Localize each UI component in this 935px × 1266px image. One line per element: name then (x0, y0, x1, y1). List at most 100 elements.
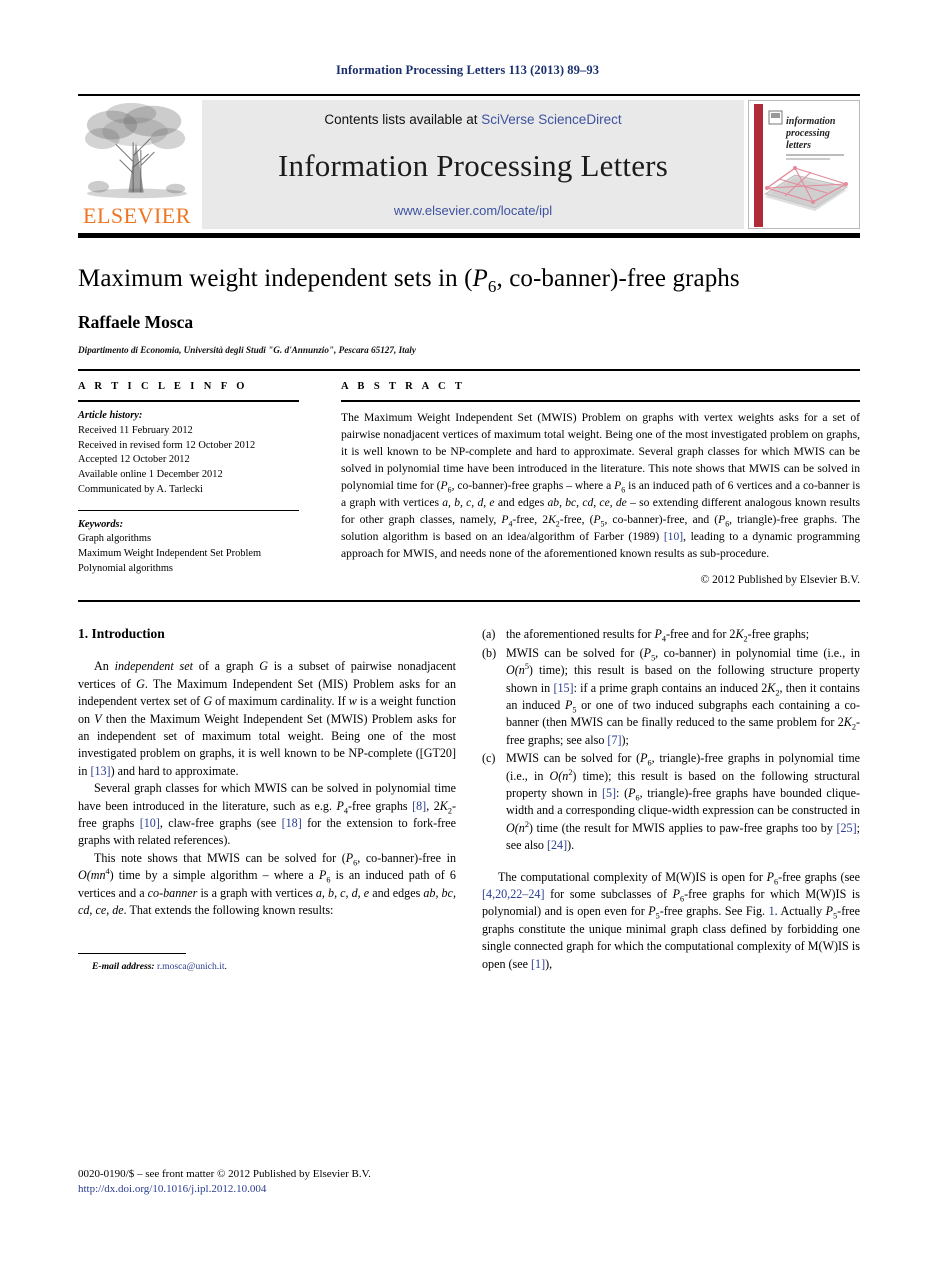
p4-seg-b: -free graphs (see (778, 869, 861, 884)
abs-seg-2: , co-banner)-free graphs – where a (451, 479, 615, 493)
a-seg-b: -free and for 2 (665, 627, 736, 642)
keyword-item: Maximum Weight Independent Set Problem (78, 548, 262, 560)
section-heading-introduction: 1. Introduction (78, 626, 165, 642)
list-item-a-text: the aforementioned results for P4-free a… (506, 627, 810, 644)
p3-seg-c: ) time by a simple algorithm – where a (109, 868, 320, 883)
info-abstract-row: A R T I C L E I N F O Article history: R… (78, 371, 860, 586)
list-item: (a) the aforementioned results for P4-fr… (482, 626, 860, 643)
body-left-column: 1. Introduction An independent set of a … (78, 626, 456, 973)
c-seg-f: ) time (the result for MWIS applies to p… (528, 820, 837, 835)
issn-line: 0020-0190/$ – see front matter © 2012 Pu… (78, 1167, 371, 1180)
svg-text:letters: letters (786, 140, 811, 151)
list-marker-b: (b) (482, 645, 497, 660)
article-history-label: Article history: (78, 410, 143, 421)
list-marker-c: (c) (482, 751, 496, 766)
abstract-column: A B S T R A C T The Maximum Weight Indep… (321, 381, 860, 586)
footnote-rule (78, 953, 186, 955)
page-title: Maximum weight independent sets in (P6, … (78, 264, 860, 296)
b-complexity: O(n (506, 663, 525, 678)
list-item: (b) MWIS can be solved for (P5, co-banne… (482, 645, 860, 749)
doi-link[interactable]: http://dx.doi.org/10.1016/j.ipl.2012.10.… (78, 1182, 371, 1198)
p3-seg-f: and edges (369, 885, 424, 900)
paragraph-3: This note shows that MWIS can be solved … (78, 850, 456, 917)
reference-link-15[interactable]: [15] (553, 681, 573, 695)
contents-prefix: Contents lists available at (324, 112, 482, 127)
title-p6: P (472, 265, 488, 292)
p1-seg-h: ) and hard to approximate. (110, 763, 239, 778)
p1-var-g1: G (259, 659, 268, 674)
a-seg-a: the aforementioned results for (506, 627, 655, 642)
p1-italic-term: independent set (114, 659, 193, 674)
title-text-2: , co-banner)-free graphs (496, 265, 740, 292)
b-seg-d: : if a prime graph contains an induced 2 (573, 680, 768, 695)
p4-seg-f: . Actually (774, 904, 826, 919)
reference-link-10[interactable]: [10] (140, 816, 160, 830)
abs-seg-6: -free, 2 (512, 513, 549, 527)
body-right-column: (a) the aforementioned results for P4-fr… (482, 626, 860, 973)
reference-link-8[interactable]: [8] (412, 799, 426, 813)
abstract-copyright: © 2012 Published by Elsevier B.V. (700, 574, 860, 587)
p1-var-w: w (348, 694, 357, 709)
article-page: Information Processing Letters 113 (2013… (0, 0, 935, 1266)
journal-cover-thumbnail: information processing letters (748, 100, 860, 229)
p4-seg-e: -free graphs. See Fig. (659, 904, 769, 919)
reference-link-25[interactable]: [25] (836, 821, 856, 835)
abstract-reference-link[interactable]: [10] (664, 530, 683, 543)
p1-seg-e: of maximum cardinality. If (212, 694, 349, 709)
c-complexity-2: O(n (506, 820, 525, 835)
abs-vertices: a, b, c, d, e (442, 496, 495, 510)
article-info-column: A R T I C L E I N F O Article history: R… (78, 381, 321, 586)
reference-link-group[interactable]: [4,20,22–24] (482, 887, 544, 901)
reference-link-18[interactable]: [18] (282, 816, 302, 830)
abs-seg-4: and edges (494, 496, 548, 510)
history-item: Available online 1 December 2012 (78, 469, 223, 481)
c-complexity-1: O(n (549, 768, 569, 783)
keywords-block: Keywords: Graph algorithms Maximum Weigh… (78, 509, 299, 577)
email-link[interactable]: r.mosca@unich.it (157, 961, 224, 972)
p3-complexity: O(mn (78, 868, 106, 883)
results-list: (a) the aforementioned results for P4-fr… (482, 626, 860, 854)
elsevier-logo: ELSEVIER (78, 100, 196, 229)
contents-line: Contents lists available at SciVerse Sci… (324, 112, 621, 127)
reference-link-1[interactable]: [1] (531, 957, 545, 971)
elsevier-tree-icon (85, 102, 188, 199)
article-history-block: Article history: Received 11 February 20… (78, 409, 299, 498)
list-marker-a: (a) (482, 627, 496, 642)
p4-seg-h: ), (545, 956, 553, 971)
abstract-heading: A B S T R A C T (341, 381, 466, 392)
sciencedirect-link[interactable]: SciVerse ScienceDirect (481, 112, 621, 127)
list-item: (c) MWIS can be solved for (P6, triangle… (482, 750, 860, 854)
author-affiliation: Dipartimento di Economia, Università deg… (78, 345, 416, 355)
p1-var-v: V (94, 711, 102, 726)
title-p6-subscript: 6 (487, 277, 497, 296)
abstract-text: The Maximum Weight Independent Set (MWIS… (341, 411, 860, 561)
abs-edges: ab, bc, cd, ce, de (547, 496, 627, 510)
elsevier-wordmark: ELSEVIER (83, 203, 191, 228)
abstract-bottom-rule (78, 600, 860, 603)
b-seg-h: ); (621, 732, 629, 747)
footnote-label: E-mail address: (92, 961, 155, 973)
p1-var-g2: G (136, 676, 145, 691)
b-seg-a: MWIS can be solved for ( (506, 645, 644, 660)
page-footer: 0020-0190/$ – see front matter © 2012 Pu… (78, 1167, 371, 1198)
reference-link-5[interactable]: [5] (602, 786, 616, 800)
p3-seg-a: This note shows that MWIS can be solved … (94, 850, 346, 865)
journal-homepage-link[interactable]: www.elsevier.com/locate/ipl (394, 203, 552, 218)
footnote-block: E-mail address: r.mosca@unich.it. (78, 953, 456, 972)
journal-masthead: ELSEVIER Contents lists available at Sci… (78, 94, 860, 238)
footnote-email-line: E-mail address: r.mosca@unich.it. (78, 961, 456, 972)
p1-seg-a: An (94, 659, 115, 674)
author-name: Raffaele Mosca (78, 312, 194, 332)
reference-link-13[interactable]: [13] (90, 764, 110, 778)
p4-seg-c: for some subclasses of (544, 886, 673, 901)
journal-title: Information Processing Letters (278, 147, 668, 183)
footnote-trailing: . (224, 961, 227, 973)
reference-link-24[interactable]: [24] (547, 838, 567, 852)
reference-link-7[interactable]: [7] (607, 733, 621, 747)
title-text-1: Maximum weight independent sets in ( (78, 265, 473, 292)
running-head: Information Processing Letters 113 (2013… (335, 63, 600, 77)
p1-var-g3: G (203, 694, 213, 709)
abs-seg-7: -free, ( (559, 513, 594, 527)
p2-seg-e: , claw-free graphs (see (159, 815, 282, 830)
p3-vertices: a, b, c, d, e (315, 885, 370, 900)
